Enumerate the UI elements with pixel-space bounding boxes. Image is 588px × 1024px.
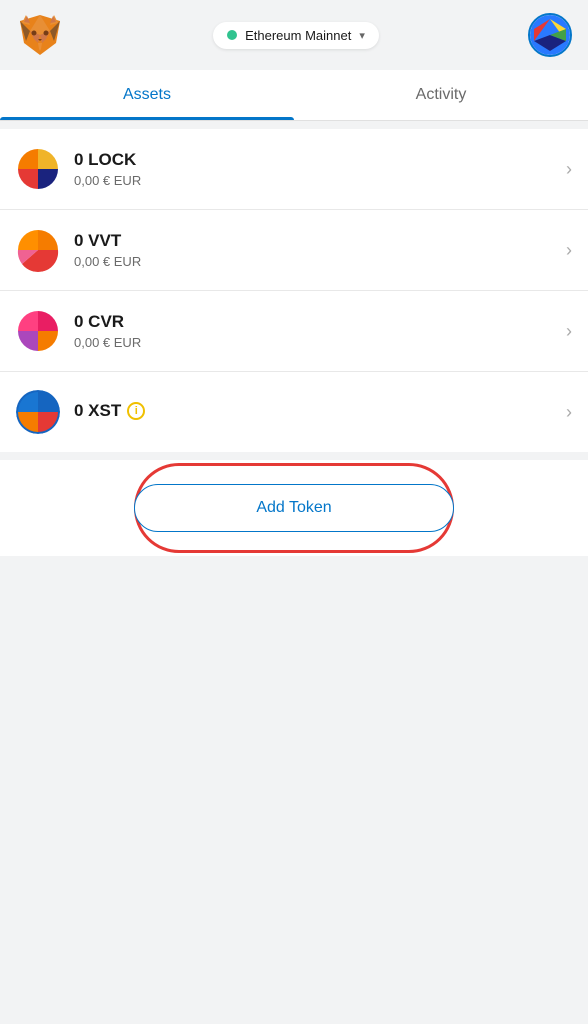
token-value-cvr: 0,00 € EUR [74, 335, 566, 350]
xst-info-icon[interactable]: i [127, 402, 145, 420]
token-amount-cvr: 0 CVR [74, 312, 566, 332]
header: Ethereum Mainnet ▾ [0, 0, 588, 70]
token-item-vvt[interactable]: 0 VVT 0,00 € EUR › [0, 210, 588, 291]
token-item-xst[interactable]: 0 XST i › [0, 372, 588, 452]
token-icon-xst [16, 390, 60, 434]
token-item-lock[interactable]: 0 LOCK 0,00 € EUR › [0, 129, 588, 210]
token-value-vvt: 0,00 € EUR [74, 254, 566, 269]
token-amount-vvt: 0 VVT [74, 231, 566, 251]
token-chevron-cvr-icon: › [566, 321, 572, 342]
avatar-icon [530, 15, 570, 55]
add-token-button[interactable]: Add Token [134, 484, 454, 532]
network-status-dot [227, 30, 237, 40]
token-amount-lock: 0 LOCK [74, 150, 566, 170]
token-amount-xst: 0 XST i [74, 401, 566, 421]
metamask-logo-icon [16, 11, 64, 59]
add-token-area: Add Token [0, 460, 588, 556]
avatar[interactable] [528, 13, 572, 57]
token-list: 0 LOCK 0,00 € EUR › 0 VVT 0,00 € EUR › [0, 129, 588, 452]
tab-activity[interactable]: Activity [294, 70, 588, 120]
token-info-cvr: 0 CVR 0,00 € EUR [74, 312, 566, 350]
network-name-label: Ethereum Mainnet [245, 28, 351, 43]
token-chevron-lock-icon: › [566, 159, 572, 180]
token-chevron-xst-icon: › [566, 402, 572, 423]
tabs-container: Assets Activity [0, 70, 588, 121]
token-value-lock: 0,00 € EUR [74, 173, 566, 188]
token-info-xst: 0 XST i [74, 401, 566, 424]
tab-assets[interactable]: Assets [0, 70, 294, 120]
token-info-vvt: 0 VVT 0,00 € EUR [74, 231, 566, 269]
token-icon-cvr [16, 309, 60, 353]
token-chevron-vvt-icon: › [566, 240, 572, 261]
network-chevron-icon: ▾ [359, 29, 365, 42]
network-selector-button[interactable]: Ethereum Mainnet ▾ [213, 22, 379, 49]
token-icon-lock [16, 147, 60, 191]
token-info-lock: 0 LOCK 0,00 € EUR [74, 150, 566, 188]
token-icon-vvt [16, 228, 60, 272]
token-item-cvr[interactable]: 0 CVR 0,00 € EUR › [0, 291, 588, 372]
